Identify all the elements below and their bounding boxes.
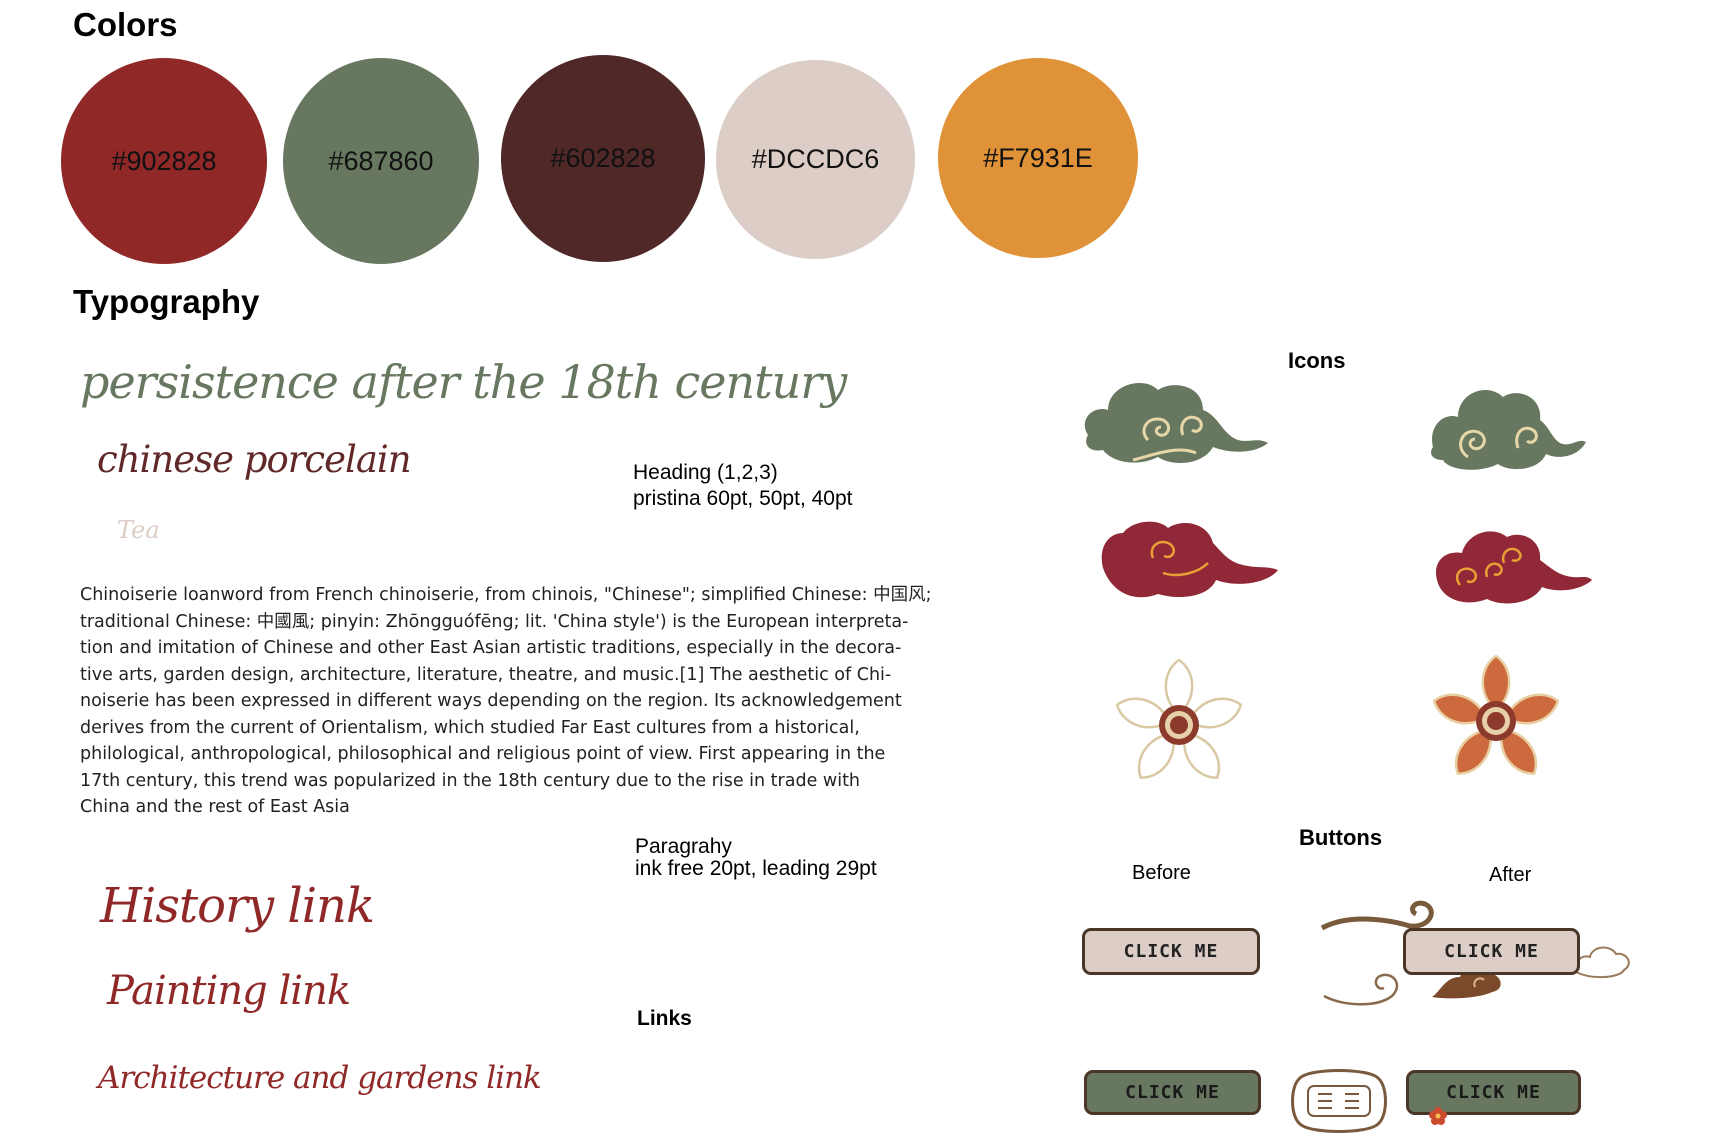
buttons-title: Buttons bbox=[1299, 825, 1383, 850]
paragraph-line: China and the rest of East Asia bbox=[80, 797, 350, 817]
paragraph-line: 17th century, this trend was popularized… bbox=[80, 770, 861, 791]
paragraph-caption: Paragrahy ink free 20pt, leading 29pt bbox=[635, 836, 877, 880]
swatch-label: #602828 bbox=[550, 143, 656, 173]
paragraph-caption-line2: ink free 20pt, leading 29pt bbox=[635, 857, 877, 880]
links-caption: Links bbox=[637, 1007, 692, 1030]
paragraph-line: derives from the current of Orientalism,… bbox=[80, 717, 860, 738]
flower-icon bbox=[1115, 658, 1243, 779]
swatch-label: #902828 bbox=[111, 145, 217, 176]
heading-caption-line2: pristina 60pt, 50pt, 40pt bbox=[633, 487, 853, 510]
small-flower-icon bbox=[1429, 1107, 1447, 1125]
painting-link[interactable]: Painting link bbox=[107, 968, 351, 1014]
heading1-sample: persistence after the 18th century bbox=[80, 355, 847, 409]
paragraph-caption-line1: Paragrahy bbox=[635, 835, 732, 858]
click-me-button-before[interactable]: CLICK ME bbox=[1082, 928, 1260, 975]
icons-title: Icons bbox=[1288, 348, 1346, 373]
colors-title: Colors bbox=[73, 6, 178, 43]
color-swatch-687860: #687860 bbox=[283, 58, 479, 264]
cloud-green-icon bbox=[1431, 389, 1586, 470]
click-me-button-after[interactable]: CLICK ME bbox=[1403, 928, 1580, 975]
typography-title: Typography bbox=[73, 283, 260, 320]
ornament-frame-icon bbox=[1291, 1069, 1387, 1133]
paragraph-line: philological, anthropological, philosoph… bbox=[80, 744, 886, 764]
before-label: Before bbox=[1132, 862, 1191, 884]
color-swatch-602828: #602828 bbox=[501, 55, 705, 262]
color-swatch-dccdc6: #DCCDC6 bbox=[716, 60, 915, 259]
color-swatch-f7931e: #F7931E bbox=[938, 58, 1138, 258]
paragraph-line: Chinoiserie loanword from French chinois… bbox=[80, 585, 932, 605]
swatch-label: #DCCDC6 bbox=[751, 144, 880, 174]
paragraph-line: tive arts, garden design, architecture, … bbox=[80, 664, 892, 685]
paragraph-sample: Chinoiserie loanword from French chinois… bbox=[80, 582, 940, 821]
heading3-sample: Tea bbox=[117, 516, 160, 544]
paragraph-line: traditional Chinese: 中國風; pinyin: Zhōngg… bbox=[80, 611, 909, 632]
architecture-gardens-link[interactable]: Architecture and gardens link bbox=[98, 1060, 542, 1096]
history-link[interactable]: History link bbox=[100, 878, 375, 934]
cloud-outline-icon bbox=[1574, 946, 1630, 978]
paragraph-line: noiserie has been expressed in different… bbox=[80, 691, 902, 711]
heading-caption: Heading (1,2,3) pristina 60pt, 50pt, 40p… bbox=[633, 460, 853, 512]
heading2-sample: chinese porcelain bbox=[97, 438, 412, 481]
swatch-label: #F7931E bbox=[983, 142, 1093, 173]
cloud-red-icon bbox=[1101, 521, 1278, 598]
after-label: After bbox=[1489, 864, 1532, 886]
swirl-icon bbox=[1323, 973, 1399, 1006]
cloud-red-icon bbox=[1436, 531, 1592, 604]
click-me-green-button-before[interactable]: CLICK ME bbox=[1084, 1070, 1261, 1115]
swatch-label: #687860 bbox=[328, 145, 434, 176]
heading-caption-line1: Heading (1,2,3) bbox=[633, 461, 778, 484]
color-swatch-902828: #902828 bbox=[61, 58, 267, 264]
flower-icon bbox=[1432, 654, 1560, 775]
cloud-green-icon bbox=[1084, 382, 1268, 463]
paragraph-line: tion and imitation of Chinese and other … bbox=[80, 638, 902, 658]
